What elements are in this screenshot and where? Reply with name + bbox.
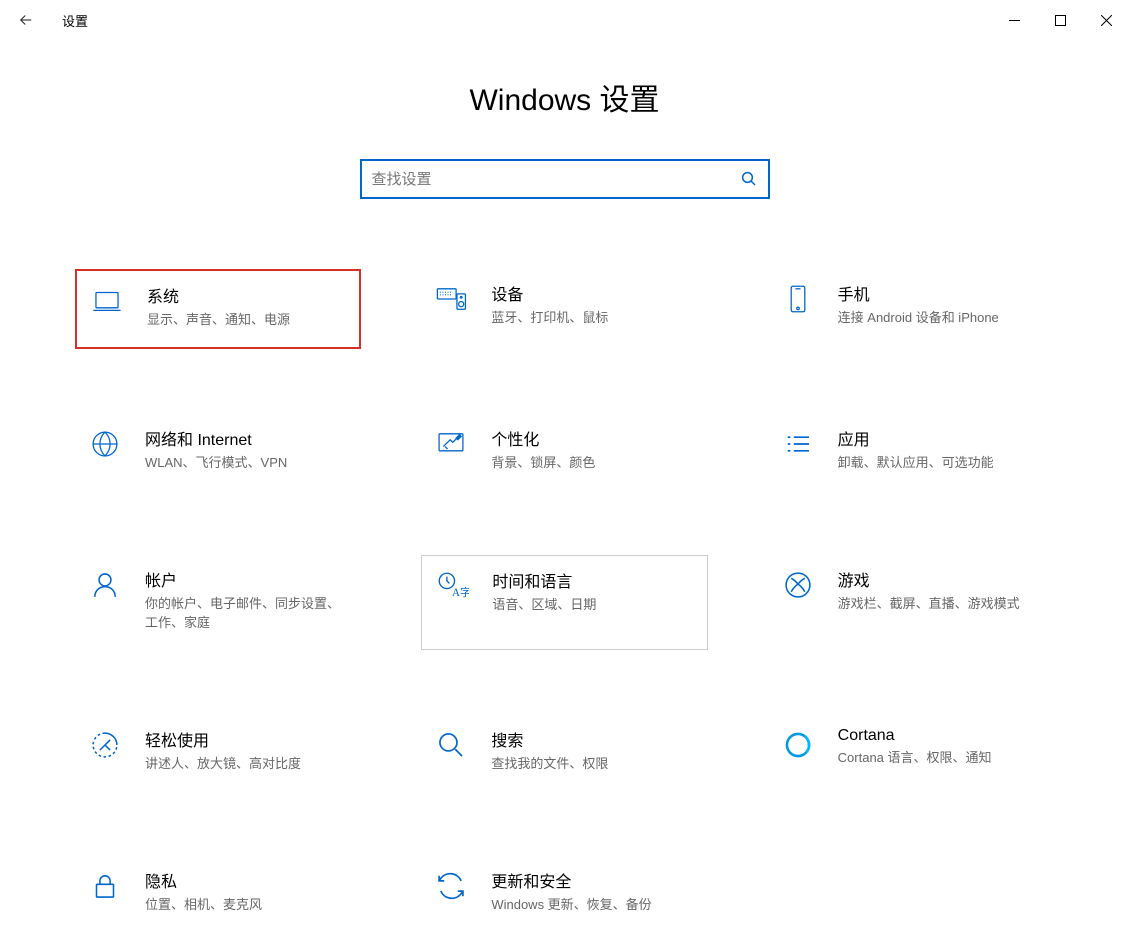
tile-desc: 你的帐户、电子邮件、同步设置、工作、家庭 (145, 595, 349, 631)
search-icon (740, 170, 758, 188)
tile-desc: 卸载、默认应用、可选功能 (838, 454, 1042, 472)
tile-title: 设备 (491, 281, 695, 305)
tile-desc: 蓝牙、打印机、鼠标 (491, 309, 695, 327)
tile-desc: Cortana 语言、权限、通知 (838, 749, 1042, 767)
close-button[interactable] (1083, 0, 1129, 40)
tile-text: 个性化 背景、锁屏、颜色 (491, 426, 695, 472)
tile-devices[interactable]: 设备 蓝牙、打印机、鼠标 (421, 269, 707, 349)
tile-cortana[interactable]: Cortana Cortana 语言、权限、通知 (768, 715, 1054, 791)
tile-phone[interactable]: 手机 连接 Android 设备和 iPhone (768, 269, 1054, 349)
tile-accounts[interactable]: 帐户 你的帐户、电子邮件、同步设置、工作、家庭 (75, 555, 361, 649)
paintbrush-icon (433, 426, 469, 462)
tile-system[interactable]: 系统 显示、声音、通知、电源 (75, 269, 361, 349)
tile-gaming[interactable]: 游戏 游戏栏、截屏、直播、游戏模式 (768, 555, 1054, 649)
tile-title: 更新和安全 (491, 868, 695, 892)
tile-personalize[interactable]: 个性化 背景、锁屏、颜色 (421, 414, 707, 490)
tile-text: 更新和安全 Windows 更新、恢复、备份 (491, 868, 695, 914)
tile-title: 个性化 (491, 426, 695, 450)
maximize-button[interactable] (1037, 0, 1083, 40)
tile-title: 时间和语言 (492, 568, 694, 592)
tile-text: 游戏 游戏栏、截屏、直播、游戏模式 (838, 567, 1042, 613)
tile-text: 应用 卸载、默认应用、可选功能 (838, 426, 1042, 472)
window-controls (991, 0, 1129, 40)
app-title: 设置 (62, 11, 88, 30)
tile-desc: 游戏栏、截屏、直播、游戏模式 (838, 595, 1042, 613)
close-icon (1101, 15, 1112, 26)
tile-text: 手机 连接 Android 设备和 iPhone (838, 281, 1042, 327)
tile-title: 手机 (838, 281, 1042, 305)
minimize-button[interactable] (991, 0, 1037, 40)
tile-text: 时间和语言 语音、区域、日期 (492, 568, 694, 614)
search-box[interactable] (360, 159, 770, 199)
tile-time-language[interactable]: A字 时间和语言 语音、区域、日期 (421, 555, 707, 649)
tile-text: 轻松使用 讲述人、放大镜、高对比度 (145, 727, 349, 773)
tile-text: 搜索 查找我的文件、权限 (491, 727, 695, 773)
tile-title: 网络和 Internet (145, 426, 349, 450)
tile-desc: 连接 Android 设备和 iPhone (838, 309, 1042, 327)
tile-title: 轻松使用 (145, 727, 349, 751)
tile-apps[interactable]: 应用 卸载、默认应用、可选功能 (768, 414, 1054, 490)
tile-privacy[interactable]: 隐私 位置、相机、麦克风 (75, 856, 361, 932)
magnifier-icon (433, 727, 469, 763)
tile-title: 应用 (838, 426, 1042, 450)
tile-text: 网络和 Internet WLAN、飞行模式、VPN (145, 426, 349, 472)
tile-text: 系统 显示、声音、通知、电源 (147, 283, 347, 329)
search-row (0, 159, 1129, 199)
keyboard-speaker-icon (433, 281, 469, 317)
cortana-icon (780, 727, 816, 763)
tile-network[interactable]: 网络和 Internet WLAN、飞行模式、VPN (75, 414, 361, 490)
tile-title: 系统 (147, 283, 347, 307)
tile-desc: 显示、声音、通知、电源 (147, 311, 347, 329)
tile-desc: 讲述人、放大镜、高对比度 (145, 755, 349, 773)
ease-of-access-icon (87, 727, 123, 763)
tile-desc: WLAN、飞行模式、VPN (145, 454, 349, 472)
maximize-icon (1055, 15, 1066, 26)
tile-desc: 背景、锁屏、颜色 (491, 454, 695, 472)
tile-title: Cortana (838, 727, 1042, 745)
tile-desc: Windows 更新、恢复、备份 (491, 896, 695, 914)
settings-grid: 系统 显示、声音、通知、电源 设备 蓝牙、打印机、鼠标 手机 连接 Androi… (0, 269, 1129, 932)
xbox-icon (780, 567, 816, 603)
tile-title: 游戏 (838, 567, 1042, 591)
titlebar-left: 设置 (10, 4, 88, 36)
tile-title: 搜索 (491, 727, 695, 751)
tile-title: 帐户 (145, 567, 349, 591)
search-input[interactable] (372, 171, 740, 188)
page-heading: Windows 设置 (0, 75, 1129, 119)
tile-desc: 位置、相机、麦克风 (145, 896, 349, 914)
laptop-icon (89, 283, 125, 319)
titlebar: 设置 (0, 0, 1129, 40)
arrow-left-icon (17, 11, 35, 29)
tile-desc: 查找我的文件、权限 (491, 755, 695, 773)
time-language-icon: A字 (434, 568, 470, 604)
tile-text: 帐户 你的帐户、电子邮件、同步设置、工作、家庭 (145, 567, 349, 631)
sync-icon (433, 868, 469, 904)
back-button[interactable] (10, 4, 42, 36)
tile-text: 设备 蓝牙、打印机、鼠标 (491, 281, 695, 327)
minimize-icon (1009, 15, 1020, 26)
globe-icon (87, 426, 123, 462)
list-icon (780, 426, 816, 462)
phone-icon (780, 281, 816, 317)
tile-search[interactable]: 搜索 查找我的文件、权限 (421, 715, 707, 791)
tile-ease-of-access[interactable]: 轻松使用 讲述人、放大镜、高对比度 (75, 715, 361, 791)
tile-update[interactable]: 更新和安全 Windows 更新、恢复、备份 (421, 856, 707, 932)
person-icon (87, 567, 123, 603)
tile-title: 隐私 (145, 868, 349, 892)
tile-text: 隐私 位置、相机、麦克风 (145, 868, 349, 914)
lock-icon (87, 868, 123, 904)
svg-text:A字: A字 (452, 586, 469, 600)
tile-text: Cortana Cortana 语言、权限、通知 (838, 727, 1042, 767)
tile-desc: 语音、区域、日期 (492, 596, 694, 614)
